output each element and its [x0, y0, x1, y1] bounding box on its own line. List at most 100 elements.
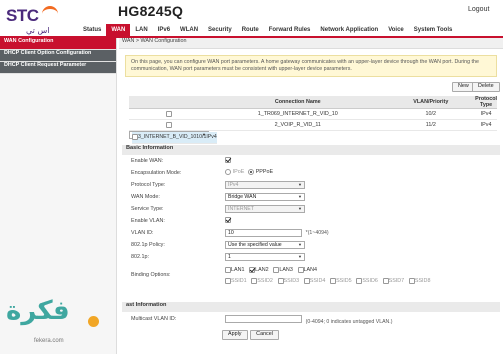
nav-network-application[interactable]: Network Application — [315, 24, 383, 36]
connection-name: 1_TR069_INTERNET_R_VID_10 — [209, 108, 387, 120]
wan-mode-label: WAN Mode: — [131, 194, 160, 200]
connection-protocol: IPv4 — [475, 108, 497, 120]
multicast-vlan-input[interactable] — [225, 315, 302, 323]
ssid5-label: SSID5 — [336, 278, 352, 284]
enable-wan-checkbox[interactable] — [225, 157, 231, 163]
row-enable-vlan: Enable VLAN: — [122, 216, 500, 227]
nav-security[interactable]: Security — [203, 24, 237, 36]
enable-vlan-label: Enable VLAN: — [131, 218, 165, 224]
protocol-type-select[interactable]: IPv4 — [225, 181, 305, 189]
ssid6-label: SSID6 — [362, 278, 378, 284]
row-8021p-policy: 802.1p Policy: Use the specified value — [122, 240, 500, 251]
connection-name: 2_VOIP_R_VID_11 — [209, 119, 387, 131]
nav-status[interactable]: Status — [78, 24, 106, 36]
cancel-button[interactable]: Cancel — [250, 330, 279, 340]
lan4-label: LAN4 — [303, 267, 318, 273]
nav-ipv6[interactable]: IPv6 — [153, 24, 175, 36]
lan4-checkbox[interactable] — [297, 267, 304, 273]
info-notice: On this page, you can configure WAN port… — [125, 55, 497, 77]
8021p-policy-select[interactable]: Use the specified value — [225, 241, 305, 249]
ssid4-checkbox[interactable] — [303, 278, 310, 284]
nav-wan[interactable]: WAN — [106, 24, 131, 36]
ssid2-label: SSID2 — [257, 278, 273, 284]
nav-wlan[interactable]: WLAN — [175, 24, 203, 36]
breadcrumb: WAN > WAN Configuration — [119, 38, 503, 49]
ssid8-checkbox[interactable] — [408, 278, 415, 284]
row-enable-wan: Enable WAN: — [122, 156, 500, 167]
nav-route[interactable]: Route — [237, 24, 264, 36]
table-row-selected[interactable]: 3_INTERNET_B_VID_10 10/1 IPv4 — [129, 131, 217, 144]
sidebar-item-dhcp-client-option[interactable]: DHCP Client Option Configuration — [0, 50, 116, 62]
brand-name: STC — [6, 6, 39, 25]
wan-connection-table: Connection Name VLAN/Priority Protocol T… — [129, 96, 497, 144]
ssid4-label: SSID4 — [309, 278, 326, 284]
ssid3-label: SSID3 — [283, 278, 300, 284]
header-select — [129, 96, 209, 109]
device-model: HG8245Q — [118, 3, 184, 19]
protocol-type-label: Protocol Type: — [131, 182, 166, 188]
logo-arc-icon — [42, 6, 58, 18]
nav-system-tools[interactable]: System Tools — [409, 24, 458, 36]
ipoe-radio[interactable] — [225, 169, 231, 175]
binding-options-label: Binding Options: — [131, 272, 171, 278]
lan3-label: LAN3 — [279, 267, 293, 273]
row-multicast-vlan: Multicast VLAN ID: (0-4094; 0 indicates … — [122, 314, 500, 325]
sidebar-item-wan-configuration[interactable]: WAN Configuration — [0, 38, 116, 50]
sidebar-item-dhcp-client-request[interactable]: DHCP Client Request Parameter — [0, 62, 116, 74]
multicast-info-header: ast Information — [122, 302, 500, 312]
header-protocol-type: Protocol Type — [475, 96, 497, 109]
vlan-id-input[interactable]: 10 — [225, 229, 302, 237]
basic-info-header: Basic Information — [122, 145, 500, 155]
row-binding-options: Binding Options: LAN1 LAN2 LAN3 LAN4 SSI… — [122, 266, 500, 288]
header-connection-name: Connection Name — [209, 96, 387, 109]
row-encapsulation: Encapsulation Mode: IPoE PPPoE — [122, 168, 500, 179]
connection-vlan: 10/1 — [196, 132, 207, 144]
connection-vlan: 10/2 — [386, 108, 476, 120]
8021p-select[interactable]: 1 — [225, 253, 305, 261]
watermark: فكرة fekera.com — [4, 296, 116, 351]
nav-voice[interactable]: Voice — [383, 24, 409, 36]
table-toolbar: New Delete — [119, 82, 503, 94]
ssid3-checkbox[interactable] — [277, 278, 284, 284]
vlan-id-hint: *(1~4094) — [305, 230, 329, 236]
ipoe-label: IPoE — [232, 169, 245, 175]
stc-logo: STC اس تي سي — [6, 6, 61, 44]
row-vlan-id: VLAN ID: 10 *(1~4094) — [122, 228, 500, 239]
wan-mode-select[interactable]: Bridge WAN — [225, 193, 305, 201]
watermark-dot-icon — [88, 316, 99, 327]
header-vlan-priority: VLAN/Priority — [386, 96, 476, 109]
row-wan-mode: WAN Mode: Bridge WAN — [122, 192, 500, 203]
row-select-checkbox[interactable] — [166, 110, 172, 117]
nav-lan[interactable]: LAN — [130, 24, 152, 36]
connection-protocol: IPv4 — [475, 119, 497, 131]
ssid7-label: SSID7 — [388, 278, 405, 284]
8021p-policy-label: 802.1p Policy: — [131, 242, 165, 248]
ssid1-label: SSID1 — [231, 278, 247, 284]
pppoe-label: PPPoE — [255, 169, 274, 175]
ssid8-label: SSID8 — [414, 278, 431, 284]
multicast-vlan-hint: (0-4094; 0 indicates untagged VLAN.) — [305, 319, 393, 325]
lan2-checkbox[interactable] — [249, 267, 256, 273]
8021p-label: 802.1p: — [131, 254, 149, 260]
lan1-label: LAN1 — [231, 267, 245, 273]
form-actions: Apply Cancel — [222, 330, 280, 340]
row-select-checkbox[interactable] — [166, 121, 172, 128]
connection-protocol: IPv4 — [206, 132, 217, 144]
main-content: WAN > WAN Configuration On this page, yo… — [119, 38, 503, 354]
row-service-type: Service Type: INTERNET — [122, 204, 500, 215]
nav-forward-rules[interactable]: Forward Rules — [264, 24, 316, 36]
enable-vlan-checkbox[interactable] — [225, 217, 231, 223]
pppoe-radio[interactable] — [248, 169, 255, 175]
ssid7-checkbox[interactable] — [382, 278, 389, 284]
service-type-label: Service Type: — [131, 206, 164, 212]
watermark-logo: فكرة — [6, 296, 70, 326]
apply-button[interactable]: Apply — [222, 330, 248, 340]
service-type-select[interactable]: INTERNET — [225, 205, 305, 213]
table-row[interactable]: 2_VOIP_R_VID_11 11/2 IPv4 — [129, 119, 497, 131]
delete-button[interactable]: Delete — [472, 82, 500, 92]
connection-name: 3_INTERNET_B_VID_10 — [138, 132, 197, 144]
row-protocol-type: Protocol Type: IPv4 — [122, 180, 500, 191]
table-row[interactable]: 1_TR069_INTERNET_R_VID_10 10/2 IPv4 — [129, 108, 497, 120]
table-header-row: Connection Name VLAN/Priority Protocol T… — [129, 96, 497, 109]
logout-link[interactable]: Logout — [468, 6, 489, 13]
